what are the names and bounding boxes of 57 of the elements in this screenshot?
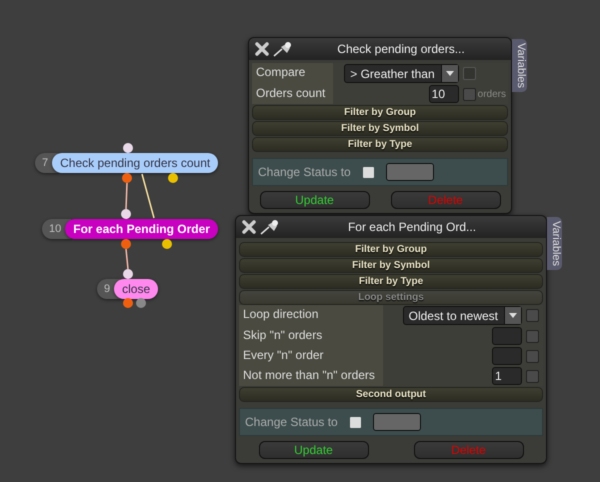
checkbox[interactable] — [350, 416, 361, 428]
pin-icon[interactable] — [273, 41, 293, 57]
checkbox[interactable] — [526, 309, 539, 322]
section-header[interactable]: Filter by Type — [252, 137, 508, 152]
checkbox[interactable] — [526, 350, 539, 362]
caret-icon — [440, 65, 458, 82]
close-icon[interactable] — [242, 220, 256, 234]
pin-icon[interactable] — [260, 219, 280, 235]
status-label: Change Status to — [258, 165, 351, 179]
field-label: Loop direction — [239, 305, 383, 326]
port-dot[interactable] — [168, 173, 178, 183]
connector-line — [125, 248, 129, 270]
caret-icon — [504, 307, 521, 324]
port-dot[interactable] — [122, 173, 132, 183]
field-label: Compare — [252, 63, 334, 84]
node-label[interactable]: For each Pending Order — [65, 219, 218, 239]
unit-label: orders — [478, 88, 506, 100]
node-label[interactable]: close — [114, 279, 158, 299]
section-header[interactable]: Filter by Type — [239, 274, 543, 289]
port-dot[interactable] — [123, 298, 133, 308]
port-dot[interactable] — [121, 209, 131, 219]
port-dot[interactable] — [136, 298, 146, 308]
port-dot[interactable] — [121, 239, 131, 249]
field-label: Skip "n" orders — [239, 326, 383, 346]
number-field[interactable] — [492, 347, 522, 365]
checkbox[interactable] — [462, 88, 476, 100]
port-dot[interactable] — [123, 269, 133, 279]
section-header[interactable]: Filter by Symbol — [252, 121, 508, 136]
checkbox[interactable] — [526, 330, 539, 342]
field-label: Not more than "n" orders — [239, 366, 383, 386]
checkbox[interactable] — [526, 370, 539, 382]
connector-line — [125, 182, 128, 210]
field-label: Every "n" order — [239, 346, 383, 366]
number-field[interactable]: 10 — [428, 85, 459, 103]
section-header[interactable]: Filter by Symbol — [239, 258, 543, 273]
node-label[interactable]: Check pending orders count — [52, 153, 218, 173]
update-button[interactable]: Update — [260, 191, 370, 209]
variables-tab[interactable]: Variables — [512, 39, 527, 92]
checkbox[interactable] — [362, 166, 374, 178]
panel-title: Check pending orders... — [336, 42, 466, 56]
connector-line — [141, 174, 155, 218]
dropdown[interactable]: Oldest to newest — [402, 306, 522, 325]
variables-tab[interactable]: Variables — [547, 217, 562, 270]
number-field[interactable]: 1 — [492, 367, 522, 385]
status-color-field[interactable] — [372, 413, 421, 431]
update-button[interactable]: Update — [258, 441, 368, 459]
section-header[interactable]: Filter by Group — [239, 242, 543, 257]
port-dot[interactable] — [162, 239, 172, 249]
number-field[interactable] — [492, 327, 522, 345]
port-dot[interactable] — [123, 143, 133, 153]
section-header[interactable]: Second output — [239, 387, 543, 402]
close-icon[interactable] — [255, 42, 269, 56]
status-label: Change Status to — [245, 415, 338, 429]
status-color-field[interactable] — [386, 163, 434, 181]
section-header[interactable]: Filter by Group — [252, 105, 508, 120]
panel-title: For each Pending Ord... — [346, 220, 478, 234]
field-label: Orders count — [252, 84, 334, 104]
